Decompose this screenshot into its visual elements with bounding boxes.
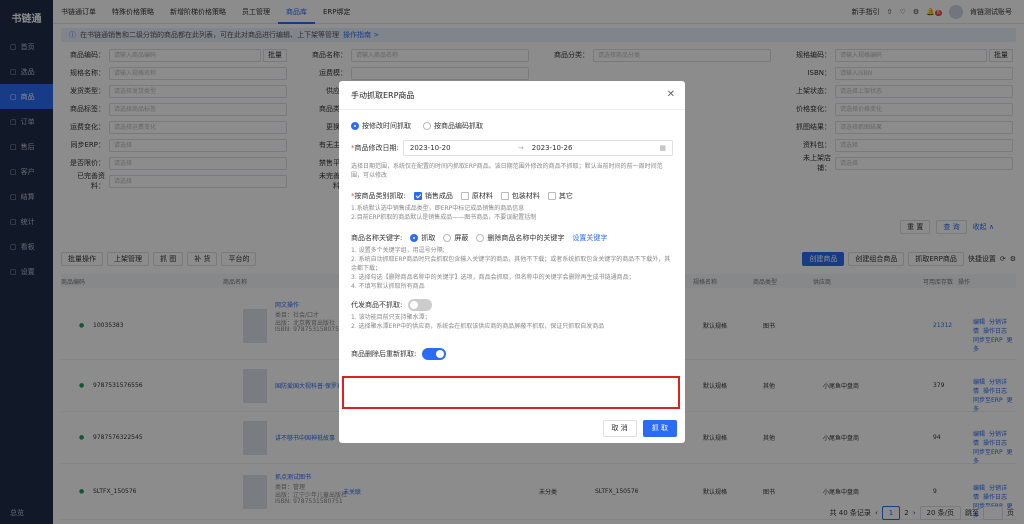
agent-hint-2: 2. 选择聚水潭ERP中的供应商，系统会在抓取该供应商的商品屏蔽不抓取，保证只抓… bbox=[351, 323, 605, 330]
kw-option-0: 抓取 bbox=[421, 234, 436, 242]
cat-label-2: 包装材料 bbox=[511, 192, 540, 200]
kw-hint: 3. 选择勾选【删除商品名称中的关键字】选项，商品会抓取，但名称中的关键字会删除… bbox=[351, 274, 635, 281]
kw-radio-2[interactable]: 删除商品名称中的关键字 bbox=[476, 233, 564, 243]
confirm-button[interactable]: 抓 取 bbox=[642, 420, 677, 437]
refetch-toggle[interactable] bbox=[422, 348, 447, 360]
date-hint: 选择日期范围，系统仅在配置的时间内抓取ERP商品。该日期范围外修改的商品不抓取；… bbox=[351, 163, 663, 179]
cancel-button[interactable]: 取 消 bbox=[602, 420, 637, 437]
cat-checkbox-1[interactable]: 原材料 bbox=[460, 191, 493, 201]
checkbox-icon bbox=[413, 192, 422, 200]
kw-hint: 2. 系统自动抓取ERP商品时只会抓取包含输入关键字的商品，其他不下载；或者系统… bbox=[351, 256, 671, 272]
cat-checkbox-2[interactable]: 包装材料 bbox=[500, 191, 540, 201]
cat-checkbox-0[interactable]: 销售成品 bbox=[413, 191, 453, 201]
arrow-icon: → bbox=[517, 144, 524, 152]
agent-hint-1: 1. 该功能目前只支持聚水潭； bbox=[351, 314, 431, 321]
modal-title: 手动抓取ERP商品 bbox=[351, 90, 415, 100]
calendar-icon: ▦ bbox=[659, 144, 666, 152]
highlight-box bbox=[342, 376, 680, 409]
kw-option-2: 删除商品名称中的关键字 bbox=[487, 234, 565, 242]
checkbox-icon bbox=[460, 192, 469, 200]
kw-label: 商品名称关键字: bbox=[351, 234, 403, 242]
checkbox-icon bbox=[500, 192, 509, 200]
date-range-picker[interactable]: 2023-10-20 → 2023-10-26 ▦ bbox=[402, 140, 673, 156]
cat-hint-1: 1.系统默认选中销售成品类型，即ERP中标记成品销售的商品信息 bbox=[351, 205, 525, 212]
cat-label-1: 原材料 bbox=[471, 192, 493, 200]
checkbox-icon bbox=[547, 192, 556, 200]
mode-time-label: 按修改时间抓取 bbox=[362, 122, 411, 130]
kw-link[interactable]: 设置关键字 bbox=[572, 233, 607, 243]
radio-icon bbox=[443, 234, 452, 242]
radio-icon bbox=[476, 234, 485, 242]
agent-toggle[interactable] bbox=[408, 299, 433, 311]
date-label: 商品修改日期: bbox=[354, 144, 399, 152]
modal-title-bar: 手动抓取ERP商品 ✕ bbox=[339, 81, 685, 109]
agent-label: 代发商品不抓取: bbox=[351, 301, 403, 309]
kw-hint: 1. 设置多个关键字组，用逗号分隔; bbox=[351, 247, 445, 254]
kw-radio-0[interactable]: 抓取 bbox=[410, 233, 435, 243]
date-end[interactable]: 2023-10-26 bbox=[532, 144, 652, 152]
cat-checkbox-3[interactable]: 其它 bbox=[547, 191, 573, 201]
kw-option-1: 屏蔽 bbox=[454, 234, 469, 242]
close-icon[interactable]: ✕ bbox=[667, 89, 675, 100]
date-start[interactable]: 2023-10-20 bbox=[410, 144, 510, 152]
refetch-label: 商品删除后重新抓取: bbox=[351, 350, 417, 358]
radio-off-icon bbox=[423, 122, 431, 130]
mode-code-radio[interactable]: 按商品编码抓取 bbox=[423, 121, 483, 131]
radio-on-icon bbox=[351, 122, 359, 130]
cat-label-3: 其它 bbox=[558, 192, 573, 200]
mode-time-radio[interactable]: 按修改时间抓取 bbox=[351, 121, 411, 131]
cat-label-0: 销售成品 bbox=[424, 192, 453, 200]
radio-icon bbox=[410, 234, 419, 242]
cat-label: 按商品类别抓取: bbox=[354, 192, 406, 200]
kw-hint: 4. 不填写默认抓取所有商品 bbox=[351, 283, 425, 290]
kw-radio-1[interactable]: 屏蔽 bbox=[443, 233, 468, 243]
mode-code-label: 按商品编码抓取 bbox=[434, 122, 483, 130]
cat-hint-2: 2.目前ERP抓取的商品默认是销售成品——图书商品，不要误配置括制 bbox=[351, 214, 537, 221]
